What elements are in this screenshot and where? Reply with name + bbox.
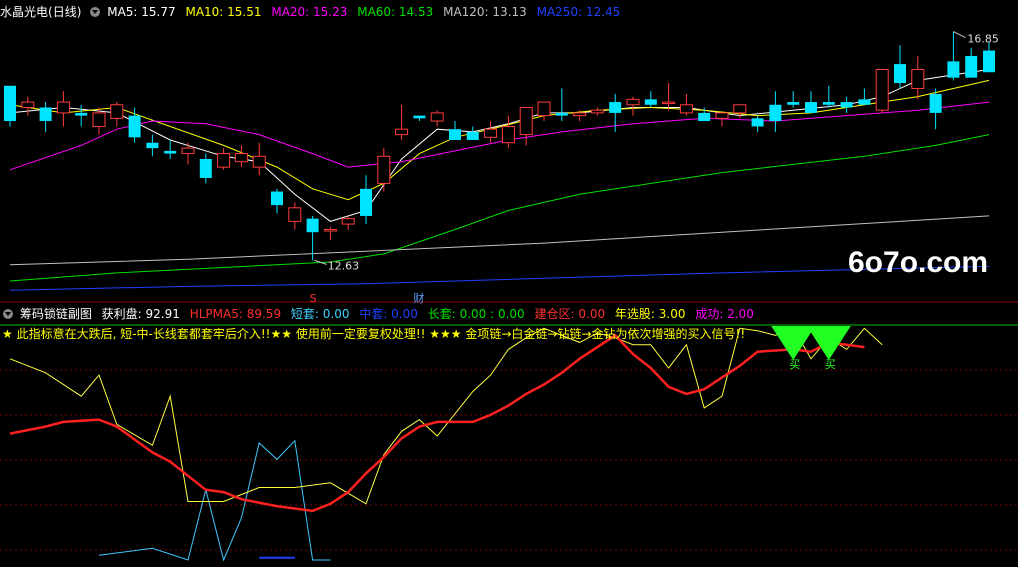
- candle-body-down: [751, 118, 764, 127]
- candle-body-down: [822, 102, 835, 105]
- candle-body-up: [715, 112, 729, 119]
- candle-body-down: [894, 64, 906, 84]
- candle-body-down: [306, 218, 319, 233]
- indicator-dropdown-icon[interactable]: [90, 6, 101, 17]
- candle-body-up: [395, 128, 409, 136]
- ma20-label: MA20: 15.23: [271, 5, 348, 19]
- main-chart-header: 水晶光电(日线) MA5: 15.77 MA10: 15.51 MA20: 15…: [0, 3, 626, 21]
- candle-body-down: [609, 102, 622, 113]
- build-zone-label: 建仓区: 0.00: [534, 307, 606, 321]
- candle-body-up: [234, 153, 248, 163]
- profit-plate-label: 获利盘: 92.91: [101, 307, 180, 321]
- success-label: 成功: 2.00: [695, 307, 754, 321]
- ma120-label: MA120: 13.13: [443, 5, 527, 19]
- candle-body-up: [181, 147, 195, 155]
- ma250-label: MA250: 12.45: [536, 5, 621, 19]
- candle-body-down: [644, 99, 657, 105]
- ma60-label: MA60: 14.53: [357, 5, 434, 19]
- candle-body-down: [858, 99, 871, 105]
- candle-body-up: [501, 125, 515, 144]
- candle-body-up: [92, 112, 106, 127]
- candle-body-up: [288, 207, 302, 222]
- hlpma5-label: HLPMA5: 89.59: [189, 307, 282, 321]
- candle-body-down: [840, 102, 853, 108]
- annual-pick-label: 年选股: 3.00: [614, 307, 686, 321]
- s-marker: S: [310, 292, 317, 305]
- candle-body-down: [555, 112, 568, 116]
- ma-line-ma20: [9, 101, 990, 171]
- long-trap-label: 长套: 0.00 : 0.00: [427, 307, 525, 321]
- candle-body-up: [573, 112, 587, 117]
- candle-body-up: [217, 153, 231, 168]
- watermark: 6o7o.com: [848, 246, 989, 279]
- mid-trap-label: 中套: 0.00: [359, 307, 418, 321]
- sub-indicator-dropdown-icon[interactable]: [3, 308, 13, 319]
- candle-body-up: [110, 104, 124, 119]
- low-price-label: 12.63: [328, 259, 360, 272]
- candle-body-down: [360, 188, 372, 216]
- buy-signal-triangle: [806, 326, 851, 360]
- candle-body-up: [341, 218, 355, 225]
- candle-body-up: [252, 155, 266, 168]
- sub-chart-header: 筹码锁链副图 获利盘: 92.91 HLPMA5: 89.59 短套: 0.00…: [0, 305, 760, 323]
- candle-body-down: [4, 85, 16, 122]
- candle-body-down: [449, 129, 461, 141]
- candle-body-down: [947, 61, 960, 78]
- buy-signal-label: 买: [825, 358, 836, 371]
- high-pointer: [953, 31, 966, 39]
- candle-body-up: [56, 101, 70, 114]
- profit-plate-line: [9, 327, 883, 505]
- ma10-label: MA10: 15.51: [185, 5, 262, 19]
- candle-body-down: [39, 107, 52, 122]
- candle-body-down: [146, 142, 159, 149]
- ma-line-ma10: [9, 79, 990, 201]
- candle-body-up: [430, 112, 444, 122]
- ma-line-ma120: [9, 215, 990, 266]
- sub-indicator-name: 筹码锁链副图: [19, 307, 92, 321]
- ma-line-ma60: [9, 134, 990, 282]
- candle-body-up: [733, 104, 747, 114]
- hlpma5-line: [9, 333, 865, 513]
- candle-body-down: [787, 102, 800, 105]
- stock-chart: 16.85 12.63 S 财买 买: [0, 31, 1018, 562]
- stock-name: 水晶光电: [0, 5, 49, 19]
- ma-line-ma250: [9, 265, 990, 291]
- candle-body-down: [466, 131, 479, 141]
- candle-body-up: [911, 69, 925, 90]
- ma5-label: MA5: 15.77: [107, 5, 176, 19]
- candle-body-down: [164, 150, 177, 154]
- candle-body-down: [128, 115, 141, 138]
- cai-marker: 财: [413, 291, 424, 305]
- indicator-note: ★ 此指标意在大跌后, 短-中-长线套都套牢后介入!!★★ 使用前一定要复权处理…: [2, 327, 746, 341]
- candle-body-up: [875, 69, 889, 111]
- short-trap-line: [98, 439, 331, 562]
- buy-signal-label: 买: [789, 358, 800, 371]
- candle-body-up: [537, 101, 551, 117]
- candle-body-up: [662, 101, 676, 105]
- candle-body-down: [271, 191, 283, 206]
- candle-body-down: [769, 104, 782, 122]
- high-price-label: 16.85: [967, 33, 999, 46]
- candle-body-up: [484, 128, 498, 138]
- candle-body-down: [199, 159, 212, 178]
- candle-body-down: [805, 102, 817, 113]
- candle-body-up: [519, 106, 533, 136]
- candle-body-down: [75, 112, 88, 116]
- candle-body-up: [377, 155, 391, 184]
- short-trap-label: 短套: 0.00: [290, 307, 350, 321]
- candle-body-up: [21, 101, 35, 108]
- candle-body-down: [983, 50, 995, 73]
- candle-body-down: [965, 55, 978, 78]
- candle-body-up: [590, 109, 604, 114]
- candle-body-up: [679, 104, 693, 114]
- chart-period: (日线): [48, 5, 82, 19]
- candle-body-up: [626, 98, 640, 106]
- candle-body-up: [323, 229, 337, 232]
- candle-body-down: [413, 115, 426, 119]
- candle-body-down: [929, 93, 942, 113]
- candle-body-down: [698, 112, 711, 122]
